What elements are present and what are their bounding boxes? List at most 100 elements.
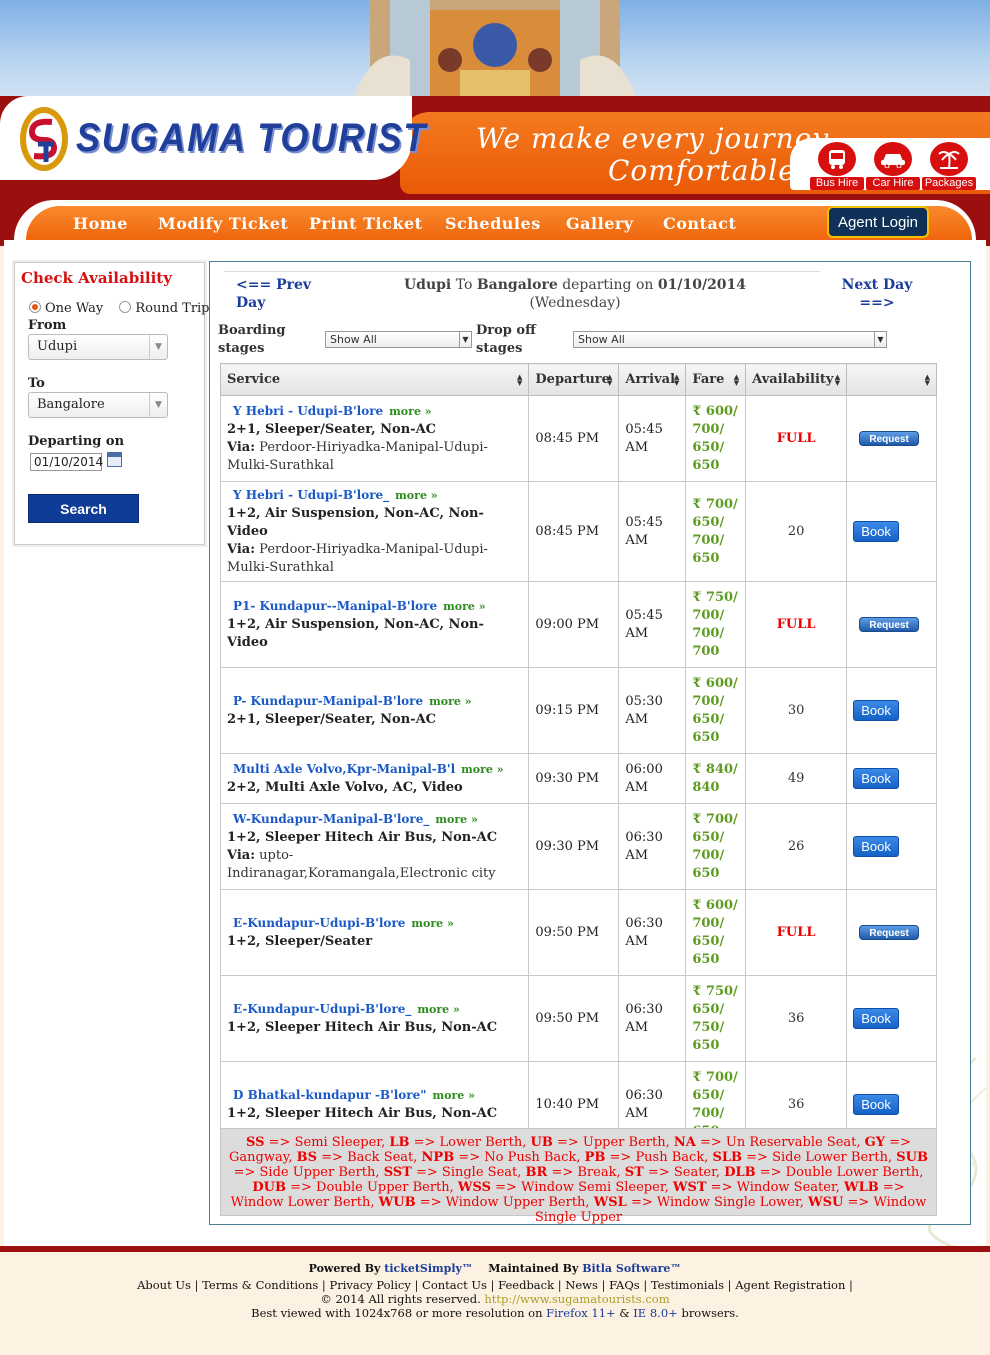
footer-link[interactable]: About Us	[137, 1278, 191, 1292]
sort-icon: ▲ ▼	[834, 372, 841, 387]
travel-weekday: (Wednesday)	[529, 295, 621, 311]
sort-icon: ▲ ▼	[673, 372, 680, 387]
footer-link[interactable]: Privacy Policy	[329, 1278, 410, 1292]
more-details-link[interactable]: more »	[417, 1003, 459, 1016]
book-button[interactable]: Book	[853, 768, 900, 789]
col-availability[interactable]: Availability ▲ ▼	[745, 363, 848, 396]
results-panel: <== Prev Day Udupi To Bangalore departin…	[209, 261, 971, 1225]
car-hire-link[interactable]: Car Hire	[866, 142, 920, 190]
to-value: Bangalore	[37, 397, 105, 412]
service-name-link[interactable]: W-Kundapur-Manipal-B'lore_	[227, 812, 429, 826]
footer-link[interactable]: Testimonials	[651, 1278, 724, 1292]
action-cell: Request	[846, 581, 937, 668]
from-select[interactable]: Udupi ▼	[28, 334, 168, 360]
footer-link[interactable]: Agent Registration	[735, 1278, 845, 1292]
availability-cell: 36	[745, 975, 848, 1062]
more-details-link[interactable]: more »	[429, 695, 471, 708]
ie-link[interactable]: IE 8.0+	[633, 1306, 678, 1320]
fare-cell: ₹ 700/ 650/ 700/ 650	[685, 803, 747, 890]
service-name-link[interactable]: P1- Kundapur--Manipal-B'lore	[227, 599, 437, 613]
service-name-link[interactable]: Y Hebri - Udupi-B'lore	[227, 404, 383, 418]
service-name-link[interactable]: Multi Axle Volvo,Kpr-Manipal-B'l	[227, 762, 455, 776]
from-value: Udupi	[37, 339, 78, 354]
more-details-link[interactable]: more »	[435, 813, 477, 826]
col-fare[interactable]: Fare ▲ ▼	[685, 363, 747, 396]
request-button[interactable]: Request	[859, 924, 920, 940]
table-row: Y Hebri - Udupi-B'lore more » 2+1, Sleeper…	[219, 395, 937, 482]
more-details-link[interactable]: more »	[389, 405, 431, 418]
nav-gallery[interactable]: Gallery	[566, 214, 634, 233]
service-name-link[interactable]: Y Hebri - Udupi-B'lore_	[227, 488, 389, 502]
service-type: 2+1, Sleeper/Seater, Non-AC	[227, 422, 437, 437]
fare-cell: ₹ 600/ 700/ 650/ 650	[685, 395, 747, 482]
bus-hire-link[interactable]: Bus Hire	[810, 142, 864, 190]
ticketsimply-link[interactable]: ticketSimply™	[384, 1262, 473, 1275]
footer-divider	[0, 1246, 990, 1252]
book-button[interactable]: Book	[853, 836, 900, 857]
next-day-link[interactable]: Next Day ==>	[832, 276, 922, 312]
book-button[interactable]: Book	[853, 521, 900, 542]
legend-item: SST => Single Seat	[383, 1165, 518, 1180]
col-arrival[interactable]: Arrival ▲ ▼	[618, 363, 687, 396]
footer-link[interactable]: FAQs	[609, 1278, 640, 1292]
more-details-link[interactable]: more »	[443, 600, 485, 613]
boarding-stages-select[interactable]: Show All ▼	[325, 331, 472, 348]
arrival-cell: 05:45 AM	[618, 581, 687, 668]
agent-login-button[interactable]: Agent Login	[827, 206, 929, 238]
more-details-link[interactable]: more »	[395, 489, 437, 502]
firefox-link[interactable]: Firefox 11+	[546, 1306, 616, 1320]
service-cell: P- Kundapur-Manipal-B'lore more » 2+1, Sle…	[219, 667, 530, 754]
prev-day-link[interactable]: <== Prev Day	[236, 276, 336, 312]
car-icon	[874, 142, 912, 176]
request-button[interactable]: Request	[859, 430, 920, 446]
nav-contact[interactable]: Contact	[663, 214, 736, 233]
service-name-link[interactable]: P- Kundapur-Manipal-B'lore	[227, 694, 423, 708]
service-cell: Y Hebri - Udupi-B'lore_ more » 1+2, Air Su…	[219, 481, 530, 582]
packages-label: Packages	[922, 177, 976, 190]
one-way-radio[interactable]	[29, 301, 41, 313]
nav-home[interactable]: Home	[73, 214, 128, 233]
departing-date-input[interactable]: 01/10/2014	[30, 453, 103, 471]
more-details-link[interactable]: more »	[411, 917, 453, 930]
site-url-link[interactable]: http://www.sugamatourists.com	[484, 1292, 669, 1306]
route-to-word: To	[455, 277, 473, 293]
origin-city: Udupi	[403, 277, 452, 293]
footer-link[interactable]: Terms & Conditions	[202, 1278, 318, 1292]
service-cell: P1- Kundapur--Manipal-B'lore more » 1+2, A…	[219, 581, 530, 668]
departure-cell: 09:30 PM	[528, 753, 620, 804]
packages-link[interactable]: Packages	[922, 142, 976, 190]
sugama-logo-icon[interactable]	[18, 104, 70, 174]
car-hire-label: Car Hire	[866, 177, 920, 190]
bus-hire-label: Bus Hire	[810, 177, 864, 190]
book-button[interactable]: Book	[853, 1094, 900, 1115]
request-button[interactable]: Request	[859, 616, 920, 632]
nav-modify-ticket[interactable]: Modify Ticket	[158, 214, 288, 233]
to-select[interactable]: Bangalore ▼	[28, 392, 168, 418]
footer-link[interactable]: News	[565, 1278, 598, 1292]
powered-by-label: Powered By	[308, 1262, 381, 1275]
service-name-link[interactable]: D Bhatkal-kundapur -B'lore"	[227, 1088, 427, 1102]
action-cell: Request	[846, 395, 937, 482]
col-service[interactable]: Service ▲ ▼	[219, 363, 530, 396]
nav-schedules[interactable]: Schedules	[445, 214, 541, 233]
more-details-link[interactable]: more »	[461, 763, 503, 776]
bitla-software-link[interactable]: Bitla Software™	[582, 1262, 681, 1275]
round-trip-radio[interactable]	[119, 301, 132, 313]
service-type: 1+2, Sleeper Hitech Air Bus, Non-AC	[227, 830, 498, 845]
footer-link[interactable]: Contact Us	[422, 1278, 487, 1292]
service-name-link[interactable]: E-Kundapur-Udupi-B'lore_	[227, 1002, 411, 1016]
col-departure[interactable]: Departure ▲ ▼	[528, 363, 620, 396]
book-button[interactable]: Book	[853, 1008, 900, 1029]
col-action[interactable]: ▲ ▼	[846, 363, 937, 396]
arrival-cell: 05:45 AM	[618, 395, 687, 482]
calendar-icon[interactable]	[107, 452, 122, 467]
service-name-link[interactable]: E-Kundapur-Udupi-B'lore	[227, 916, 405, 930]
to-label: To	[28, 376, 45, 391]
footer-link[interactable]: Feedback	[498, 1278, 554, 1292]
more-details-link[interactable]: more »	[433, 1089, 475, 1102]
nav-print-ticket[interactable]: Print Ticket	[309, 214, 423, 233]
search-button[interactable]: Search	[28, 494, 139, 523]
dropoff-stages-select[interactable]: Show All ▼	[573, 331, 887, 348]
book-button[interactable]: Book	[853, 700, 900, 721]
service-cell: E-Kundapur-Udupi-B'lore_ more » 1+2, Sleep…	[219, 975, 530, 1062]
